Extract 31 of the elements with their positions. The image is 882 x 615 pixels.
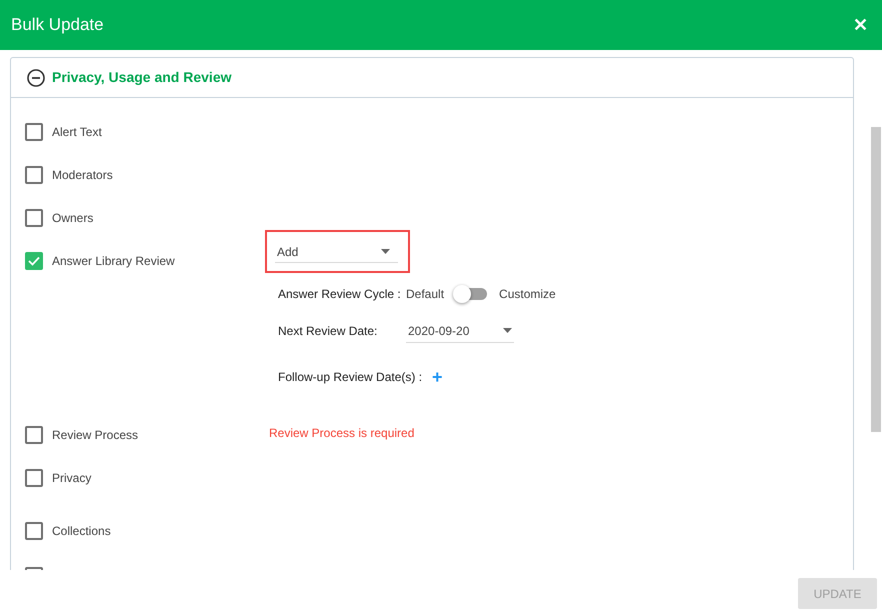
window-title: Bulk Update bbox=[11, 14, 104, 36]
checkbox-label: Review Process bbox=[52, 427, 138, 444]
checkbox-label: Moderators bbox=[52, 167, 113, 184]
error-message: Review Process is required bbox=[268, 425, 414, 442]
checkbox-label: Collections bbox=[52, 523, 111, 540]
field-label: Follow-up Review Date(s) : bbox=[278, 369, 422, 386]
checkbox-label: Privacy bbox=[52, 470, 92, 487]
checkbox[interactable] bbox=[25, 123, 43, 141]
checkbox[interactable] bbox=[25, 469, 43, 487]
checkbox[interactable] bbox=[25, 209, 43, 227]
checkbox-label: Owners bbox=[52, 210, 94, 227]
close-button[interactable]: ✕ bbox=[853, 16, 868, 34]
checkbox-label: Alert Text bbox=[52, 124, 102, 141]
section-title: Privacy, Usage and Review bbox=[52, 68, 232, 87]
caret-icon bbox=[381, 249, 390, 254]
scrollbar-thumb[interactable] bbox=[871, 127, 881, 432]
date-field[interactable]: 2020-09-20 bbox=[406, 319, 514, 343]
checkbox[interactable] bbox=[25, 166, 43, 184]
check-icon bbox=[28, 256, 40, 266]
checkbox[interactable] bbox=[25, 426, 43, 444]
field-label: Answer Review Cycle : bbox=[278, 286, 402, 303]
checkbox-label: Answer Library Review bbox=[52, 253, 175, 270]
checkbox[interactable] bbox=[25, 252, 43, 270]
add-button[interactable]: + bbox=[432, 368, 443, 386]
caret-icon bbox=[503, 328, 512, 333]
section-header[interactable]: Privacy, Usage and Review bbox=[11, 58, 853, 98]
field-label: Next Review Date: bbox=[278, 323, 378, 340]
toggle-label: Default bbox=[406, 286, 444, 303]
toggle-label: Customize bbox=[499, 286, 556, 303]
toggle-switch[interactable] bbox=[456, 288, 488, 300]
checkbox[interactable] bbox=[25, 522, 43, 540]
